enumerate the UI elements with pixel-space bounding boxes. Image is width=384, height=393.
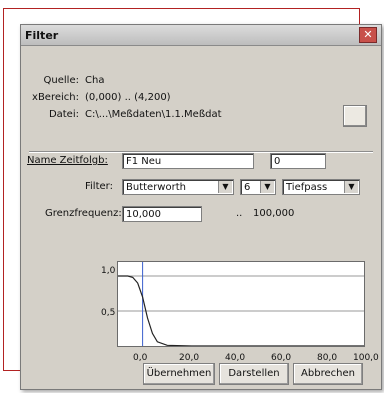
info-key: Quelle: [43, 75, 79, 86]
info-row-file: Datei: C:\...\Meßdaten\1.1.Meßdat [21, 109, 222, 120]
info-row-xrange: xBereich: (0,000) .. (4,200) [21, 92, 171, 103]
info-value: C:\...\Meßdaten\1.1.Meßdat [85, 109, 222, 120]
info-key: xBereich: [32, 92, 79, 103]
chevron-down-icon: ▼ [344, 181, 358, 193]
title-bar: Filter ✕ [21, 25, 381, 46]
pass-type-value: Tiefpass [286, 182, 328, 193]
cutoff-max: 100,000 [253, 208, 295, 219]
y-tick-label: 1,0 [101, 266, 116, 276]
x-tick-label: 100,0 [353, 353, 379, 363]
info-key: Datei: [48, 109, 79, 120]
chevron-down-icon: ▼ [260, 181, 274, 193]
x-tick-label: 40,0 [225, 353, 246, 363]
y-tick-label: 0,5 [101, 308, 116, 318]
dialog-title: Filter [25, 28, 59, 42]
filter-dialog: Filter ✕ Quelle: Cha xBereich: (0,000) .… [20, 24, 382, 390]
info-row-source: Quelle: Cha [21, 75, 105, 86]
name-extra-input[interactable]: 0 [270, 153, 326, 169]
cutoff-input[interactable]: 10,000 [122, 206, 202, 222]
info-value: Cha [85, 75, 105, 86]
filter-type-select[interactable]: Butterworth ▼ [122, 179, 234, 195]
name-label: Name Zeitfolgb: [27, 155, 108, 166]
apply-button[interactable]: Übernehmen [143, 363, 215, 385]
info-section: Quelle: Cha xBereich: (0,000) .. (4,200)… [21, 47, 381, 145]
preview-button[interactable]: Darstellen [219, 363, 289, 385]
x-tick-label: 20,0 [179, 353, 200, 363]
filter-label: Filter: [85, 181, 113, 192]
info-value: (0,000) .. (4,200) [85, 92, 171, 103]
chevron-down-icon: ▼ [218, 181, 232, 193]
filter-type-value: Butterworth [126, 182, 186, 193]
range-separator: .. [236, 208, 243, 219]
response-plot-svg [118, 262, 364, 347]
order-select[interactable]: 6 ▼ [240, 179, 276, 195]
cutoff-label: Grenzfrequenz: [45, 208, 122, 219]
cancel-button[interactable]: Abbrechen [293, 363, 363, 385]
browse-button[interactable] [343, 105, 367, 127]
pass-type-select[interactable]: Tiefpass ▼ [282, 179, 360, 195]
response-plot [117, 261, 365, 347]
order-value: 6 [244, 182, 251, 193]
x-tick-label: 80,0 [317, 353, 338, 363]
x-tick-label: 0,0 [133, 353, 148, 363]
close-button[interactable]: ✕ [359, 27, 377, 43]
x-tick-label: 60,0 [271, 353, 292, 363]
name-input[interactable]: F1 Neu [122, 153, 254, 169]
